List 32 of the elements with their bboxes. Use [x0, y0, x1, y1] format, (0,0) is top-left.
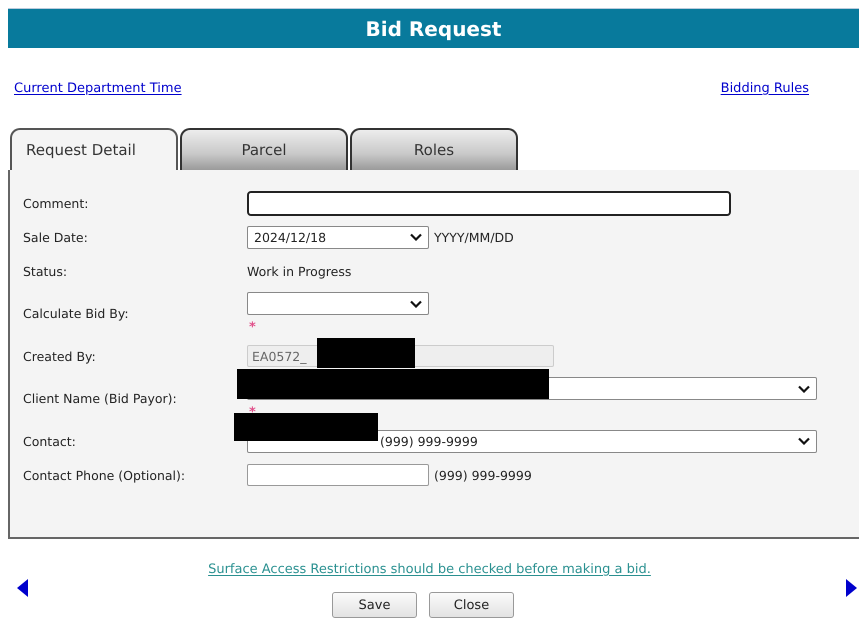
status-value: Work in Progress	[247, 264, 352, 278]
field-label: Calculate Bid By:	[23, 306, 130, 321]
dropdown[interactable]	[247, 292, 429, 315]
field-label: Contact Phone (Optional):	[23, 468, 186, 482]
field-label: Status:	[23, 264, 68, 278]
chevron-down-icon	[798, 384, 810, 392]
format-hint: (999) 999-9999	[434, 468, 532, 482]
link[interactable]: Current Department Time	[12, 78, 184, 101]
field-label: Client Name (Bid Payor):	[23, 391, 178, 406]
field-label: Created By:	[23, 348, 97, 364]
next-arrow-icon[interactable]	[845, 579, 857, 597]
chevron-down-icon	[410, 300, 422, 308]
notice-link[interactable]: Surface Access Restrictions should be checked before making a bid.	[206, 559, 653, 582]
required-marker: *	[249, 321, 256, 335]
format-hint: YYYY/MM/DD	[434, 230, 514, 244]
page-title: Bid Request	[8, 8, 859, 48]
save-button[interactable]: Save	[332, 592, 417, 618]
field-label: Contact:	[23, 434, 77, 448]
tab[interactable]: Roles	[350, 128, 518, 170]
comment-field[interactable]	[247, 190, 731, 216]
close-button[interactable]: Close	[429, 592, 514, 618]
link[interactable]: Bidding Rules	[718, 78, 811, 101]
dropdown[interactable]: 2024/12/18	[247, 226, 429, 248]
phone-field[interactable]	[247, 464, 429, 486]
tab[interactable]: Request Detail	[10, 128, 178, 170]
field-label: Comment:	[23, 196, 90, 210]
field-label: Sale Date:	[23, 230, 89, 244]
previous-arrow-icon[interactable]	[17, 579, 29, 597]
tab[interactable]: Parcel	[180, 128, 348, 170]
chevron-down-icon	[410, 233, 422, 241]
required-marker: *	[249, 406, 256, 420]
chevron-down-icon	[798, 437, 810, 445]
